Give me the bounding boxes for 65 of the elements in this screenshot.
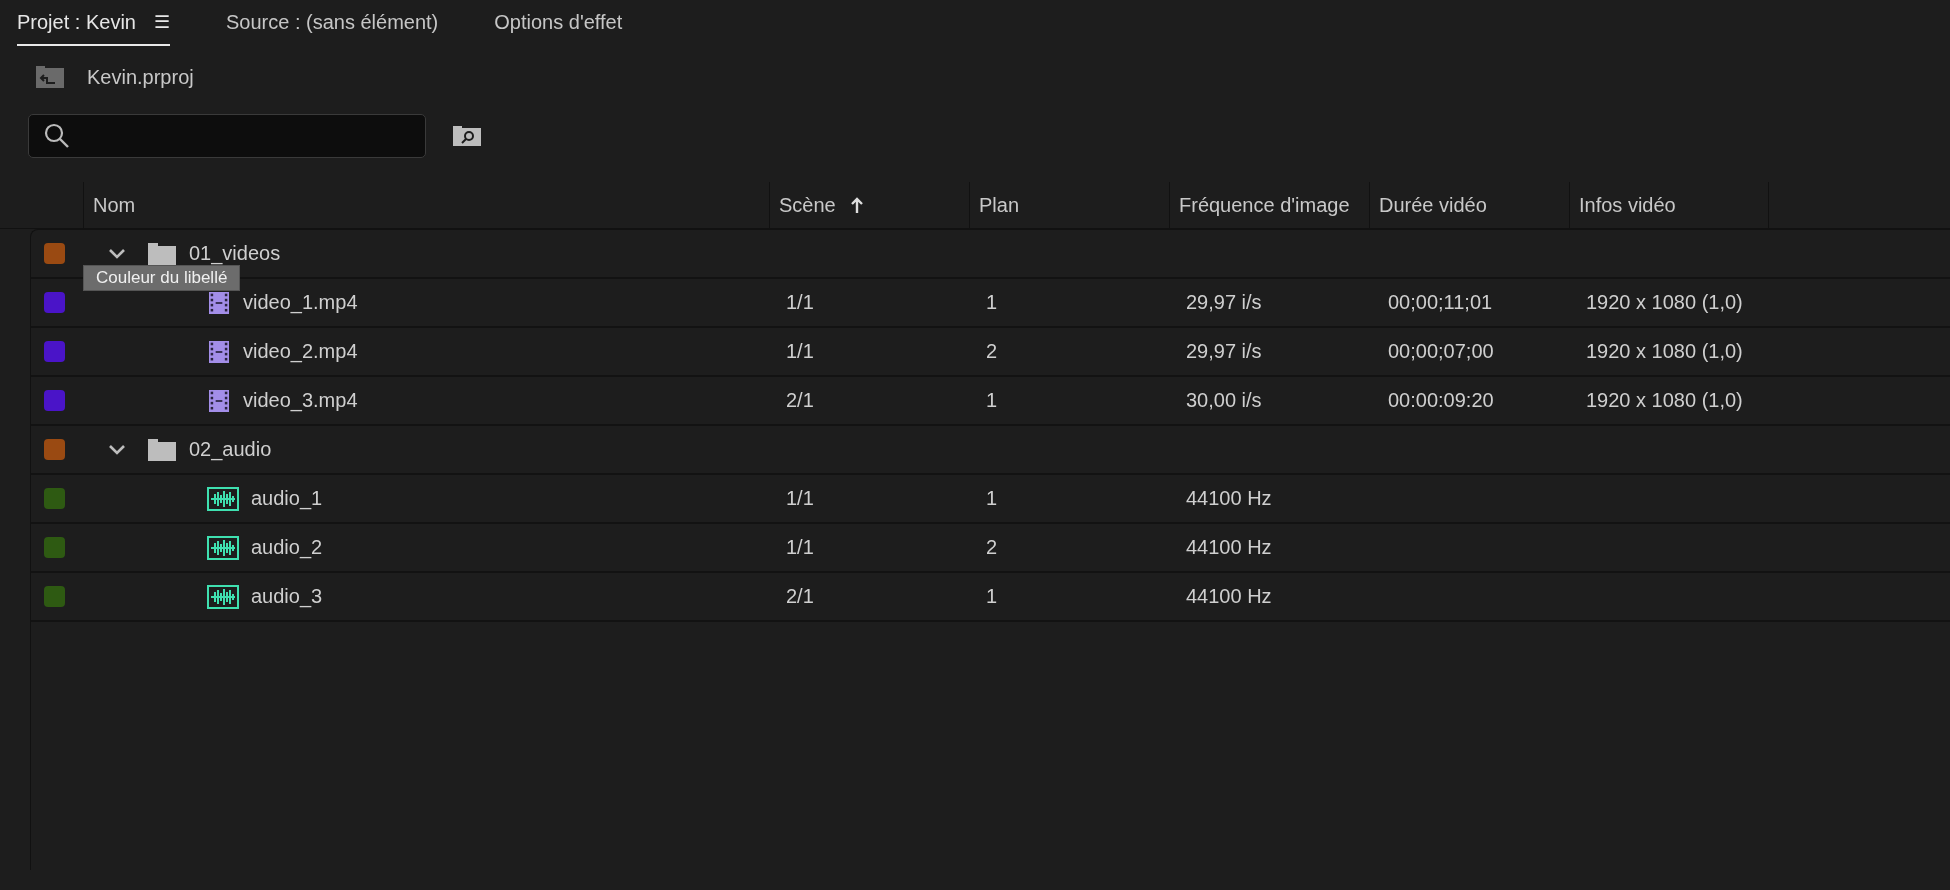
table-cell: 1 — [986, 585, 998, 607]
column-header[interactable]: Scène — [769, 182, 969, 228]
project-name: Kevin.prproj — [87, 65, 194, 89]
label-color-swatch[interactable] — [44, 390, 65, 411]
table-cell: 2 — [986, 536, 998, 558]
label-color-swatch[interactable] — [44, 341, 65, 362]
table-cell: 29,97 i/s — [1186, 291, 1262, 313]
column-header[interactable]: Fréquence d'image — [1169, 182, 1369, 228]
table-cell: 2/1 — [786, 585, 814, 607]
folder-search-icon[interactable] — [452, 125, 482, 147]
label-color-swatch[interactable] — [44, 243, 65, 264]
film-icon — [209, 291, 229, 314]
item-name: audio_3 — [251, 585, 323, 608]
waveform-icon — [207, 535, 239, 560]
table-cell: 1/1 — [786, 487, 814, 509]
table-cell: 44100 Hz — [1186, 585, 1272, 607]
table-cell: 1/1 — [786, 340, 814, 362]
film-icon — [209, 389, 229, 412]
label-color-swatch[interactable] — [44, 537, 65, 558]
table-cell: 2 — [986, 340, 998, 362]
table-cell: 1 — [986, 291, 998, 313]
search-icon — [43, 122, 71, 150]
item-name: audio_1 — [251, 487, 323, 510]
item-name: video_3.mp4 — [243, 389, 358, 412]
table-cell: 00:00:09:20 — [1388, 389, 1494, 411]
table-cell: 00;00;07;00 — [1388, 340, 1494, 362]
waveform-icon — [207, 584, 239, 609]
waveform-icon — [207, 486, 239, 511]
label-color-swatch[interactable] — [44, 439, 65, 460]
table-cell: 1/1 — [786, 536, 814, 558]
column-header[interactable]: Nom — [83, 182, 769, 228]
label-color-swatch[interactable] — [44, 488, 65, 509]
table-cell: 1 — [986, 487, 998, 509]
film-icon — [209, 340, 229, 363]
table-cell: 1/1 — [786, 291, 814, 313]
item-name: audio_2 — [251, 536, 323, 559]
table-cell: 00;00;11;01 — [1388, 291, 1493, 313]
table-cell: 1 — [986, 389, 998, 411]
table-cell: 29,97 i/s — [1186, 340, 1262, 362]
column-header[interactable]: Plan — [969, 182, 1169, 228]
table-cell: 44100 Hz — [1186, 487, 1272, 509]
item-name: 01_videos — [189, 242, 281, 265]
item-name: 02_audio — [189, 438, 272, 461]
menu-icon[interactable]: ☰ — [153, 11, 170, 33]
column-header[interactable]: Durée vidéo — [1369, 182, 1569, 228]
column-header[interactable]: Infos vidéo — [1569, 182, 1769, 228]
panel-tab[interactable]: Source : (sans élément) — [225, 0, 439, 46]
tooltip: Couleur du libellé — [83, 265, 241, 291]
label-color-swatch[interactable] — [44, 586, 65, 607]
search-field[interactable] — [28, 114, 426, 158]
table-cell: 1920 x 1080 (1,0) — [1586, 291, 1743, 313]
panel-tab[interactable]: Projet : Kevin ☰ — [17, 0, 170, 46]
panel-tab[interactable]: Options d'effet — [494, 0, 623, 46]
table-cell: 2/1 — [786, 389, 814, 411]
chevron-icon[interactable] — [108, 247, 126, 260]
folder-up-icon[interactable] — [35, 65, 65, 89]
chevron-icon[interactable] — [108, 443, 126, 456]
table-cell: 1920 x 1080 (1,0) — [1586, 340, 1743, 362]
table-cell: 1920 x 1080 (1,0) — [1586, 389, 1743, 411]
table-cell: 30,00 i/s — [1186, 389, 1262, 411]
label-color-swatch[interactable] — [44, 292, 65, 313]
folder-icon — [148, 438, 176, 461]
item-name: video_1.mp4 — [243, 291, 358, 314]
item-name: video_2.mp4 — [243, 340, 358, 363]
table-cell: 44100 Hz — [1186, 536, 1272, 558]
